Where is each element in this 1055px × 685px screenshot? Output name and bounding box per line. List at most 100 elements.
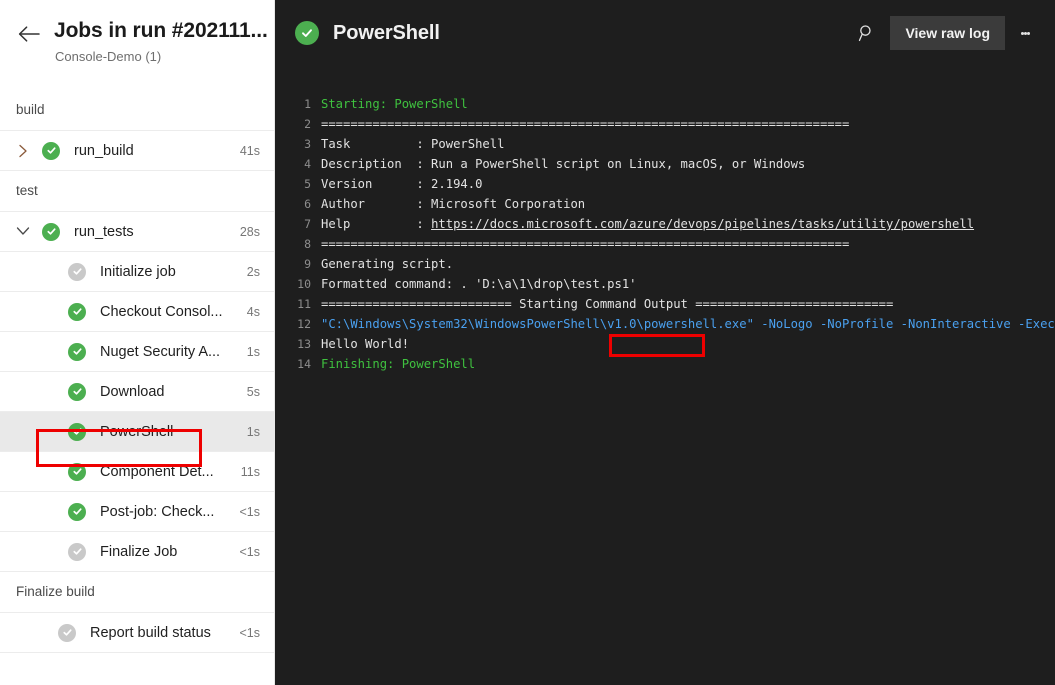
log-line-text: Description : Run a PowerShell script on…: [321, 154, 805, 174]
more-vertical-icon[interactable]: [1011, 17, 1039, 49]
log-line: 8=======================================…: [275, 234, 1055, 254]
log-line-number: 8: [275, 234, 321, 254]
job-row-duration: 41s: [240, 144, 260, 158]
app-root: Jobs in run #202111... Console-Demo (1) …: [0, 0, 1055, 685]
job-row[interactable]: Report build status<1s: [0, 613, 274, 653]
job-row-duration: <1s: [239, 545, 260, 559]
back-arrow-icon[interactable]: [16, 21, 42, 47]
log-line-text: Help : https://docs.microsoft.com/azure/…: [321, 214, 974, 234]
success-check-icon: [68, 383, 86, 401]
log-line-text: Version : 2.194.0: [321, 174, 482, 194]
log-output[interactable]: 1Starting: PowerShell2==================…: [275, 66, 1055, 374]
success-check-icon: [68, 343, 86, 361]
log-line: 3Task : PowerShell: [275, 134, 1055, 154]
job-row-duration: <1s: [239, 505, 260, 519]
log-line: 2=======================================…: [275, 114, 1055, 134]
chevron-down-icon[interactable]: [12, 212, 34, 252]
log-help-link[interactable]: https://docs.microsoft.com/azure/devops/…: [431, 217, 974, 231]
console-header: PowerShell View raw log: [275, 0, 1055, 66]
log-line-text: Author : Microsoft Corporation: [321, 194, 585, 214]
log-line-number: 3: [275, 134, 321, 154]
log-line: 9Generating script.: [275, 254, 1055, 274]
job-row[interactable]: Component Det...11s: [0, 452, 274, 492]
stage-group-label: build: [0, 90, 274, 131]
search-icon[interactable]: [850, 17, 884, 49]
job-row-duration: 11s: [241, 465, 260, 479]
job-row-duration: 4s: [247, 305, 260, 319]
skipped-check-icon: [68, 543, 86, 561]
log-line: 4Description : Run a PowerShell script o…: [275, 154, 1055, 174]
jobs-sidebar: Jobs in run #202111... Console-Demo (1) …: [0, 0, 275, 685]
log-line-number: 5: [275, 174, 321, 194]
log-line: 5Version : 2.194.0: [275, 174, 1055, 194]
success-check-icon: [68, 463, 86, 481]
log-line-text: "C:\Windows\System32\WindowsPowerShell\v…: [321, 314, 1055, 334]
log-line-text: Generating script.: [321, 254, 453, 274]
job-row-label: Initialize job: [100, 263, 247, 281]
log-console: PowerShell View raw log 1Starting: Power…: [275, 0, 1055, 685]
log-line: 10Formatted command: . 'D:\a\1\drop\test…: [275, 274, 1055, 294]
job-row[interactable]: Post-job: Check...<1s: [0, 492, 274, 532]
job-row-label: Finalize Job: [100, 543, 239, 561]
success-check-icon: [68, 423, 86, 441]
log-line: 14Finishing: PowerShell: [275, 354, 1055, 374]
skipped-check-icon: [58, 624, 76, 642]
job-row-label: Component Det...: [100, 463, 241, 481]
chevron-right-icon[interactable]: [12, 131, 34, 171]
view-raw-log-button[interactable]: View raw log: [890, 16, 1005, 50]
log-line-text: ========================== Starting Comm…: [321, 294, 893, 314]
log-line: 6Author : Microsoft Corporation: [275, 194, 1055, 214]
stage-group-label: Finalize build: [0, 572, 274, 613]
job-row[interactable]: run_tests28s: [0, 212, 274, 252]
job-row-label: run_tests: [74, 223, 240, 241]
job-row-duration: 2s: [247, 265, 260, 279]
pipeline-subtitle: Console-Demo (1): [55, 48, 268, 66]
job-row[interactable]: Nuget Security A...1s: [0, 332, 274, 372]
log-line-number: 9: [275, 254, 321, 274]
sidebar-header: Jobs in run #202111... Console-Demo (1): [0, 0, 274, 66]
success-check-icon: [295, 21, 319, 45]
job-row-label: Download: [100, 383, 247, 401]
job-row[interactable]: Checkout Consol...4s: [0, 292, 274, 332]
log-line-text: Formatted command: . 'D:\a\1\drop\test.p…: [321, 274, 637, 294]
job-row[interactable]: Initialize job2s: [0, 252, 274, 292]
console-title: PowerShell: [333, 22, 440, 45]
log-line: 1Starting: PowerShell: [275, 94, 1055, 114]
log-line-text: Hello World!: [321, 334, 409, 354]
log-line: 11========================== Starting Co…: [275, 294, 1055, 314]
log-line-number: 10: [275, 274, 321, 294]
job-row-label: Report build status: [90, 624, 239, 642]
log-line-number: 11: [275, 294, 321, 314]
jobs-list: buildrun_build41stestrun_tests28sInitial…: [0, 90, 274, 653]
job-row-duration: 1s: [247, 425, 260, 439]
log-line-number: 2: [275, 114, 321, 134]
job-row-label: Post-job: Check...: [100, 503, 239, 521]
job-row[interactable]: Finalize Job<1s: [0, 532, 274, 572]
success-check-icon: [42, 223, 60, 241]
log-line-text: Starting: PowerShell: [321, 94, 468, 114]
log-line: 12"C:\Windows\System32\WindowsPowerShell…: [275, 314, 1055, 334]
job-row[interactable]: Download5s: [0, 372, 274, 412]
log-line-number: 12: [275, 314, 321, 334]
console-actions: View raw log: [850, 16, 1039, 50]
success-check-icon: [68, 503, 86, 521]
log-line-text: ========================================…: [321, 114, 849, 134]
job-row-label: PowerShell: [100, 423, 247, 441]
log-line: 13Hello World!: [275, 334, 1055, 354]
job-row-selected[interactable]: PowerShell1s: [0, 412, 274, 452]
job-row-duration: 1s: [247, 345, 260, 359]
job-row-duration: <1s: [239, 626, 260, 640]
job-row[interactable]: run_build41s: [0, 131, 274, 171]
log-line-number: 6: [275, 194, 321, 214]
job-row-label: Nuget Security A...: [100, 343, 247, 361]
log-line-number: 7: [275, 214, 321, 234]
job-row-duration: 28s: [240, 225, 260, 239]
success-check-icon: [68, 303, 86, 321]
stage-group-label: test: [0, 171, 274, 212]
job-row-duration: 5s: [247, 385, 260, 399]
log-line: 7Help : https://docs.microsoft.com/azure…: [275, 214, 1055, 234]
skipped-check-icon: [68, 263, 86, 281]
log-line-text: Task : PowerShell: [321, 134, 504, 154]
log-line-number: 13: [275, 334, 321, 354]
job-row-label: Checkout Consol...: [100, 303, 247, 321]
